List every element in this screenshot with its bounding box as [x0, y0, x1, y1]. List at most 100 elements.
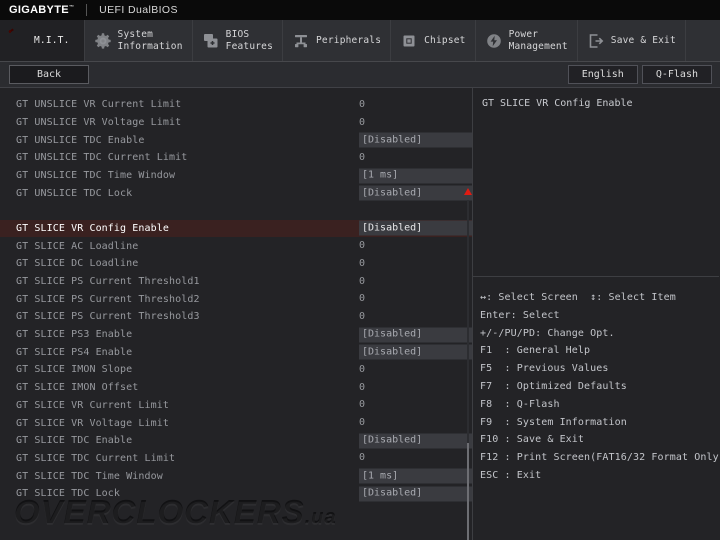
brand-subtitle: UEFI DualBIOS	[99, 4, 178, 16]
tab-system-information[interactable]: System Information	[85, 20, 193, 61]
setting-value[interactable]: 0	[359, 98, 365, 112]
language-button[interactable]: English	[568, 65, 638, 84]
back-button[interactable]: Back	[9, 65, 89, 84]
setting-value[interactable]: [Disabled]	[359, 186, 473, 201]
setting-row[interactable]: GT UNSLICE VR Current Limit 0	[0, 96, 472, 114]
subbar-right-group: English Q-Flash	[568, 62, 720, 87]
setting-label: GT SLICE PS Current Threshold3	[16, 311, 200, 322]
secondary-bar: Back English Q-Flash	[0, 62, 720, 88]
setting-value[interactable]: 0	[359, 257, 365, 271]
key-legend-item: ↔: Select Screen ↕: Select Item	[480, 289, 719, 307]
setting-row[interactable]: GT SLICE PS Current Threshold3 0	[0, 308, 472, 326]
setting-label: GT SLICE TDC Time Window	[16, 471, 163, 482]
setting-row[interactable]: GT UNSLICE VR Voltage Limit0	[0, 114, 472, 132]
setting-row[interactable]: GT SLICE TDC Time Window [1 ms]	[0, 467, 472, 485]
tab-label-peripherals: Peripherals	[316, 35, 381, 47]
tab-label-save-and-exit: Save & Exit	[611, 35, 676, 47]
help-description-area: GT SLICE VR Config Enable	[473, 88, 719, 277]
setting-value[interactable]: 0	[359, 151, 365, 165]
setting-value[interactable]: [Disabled]	[359, 221, 473, 236]
key-legend-item: F9 : System Information	[480, 414, 719, 432]
help-title: GT SLICE VR Config Enable	[482, 98, 719, 109]
setting-row[interactable]: GT SLICE AC Loadline 0	[0, 237, 472, 255]
setting-row[interactable]: GT UNSLICE TDC Time Window [1 ms]	[0, 167, 472, 185]
setting-label: GT SLICE AC Loadline	[16, 241, 138, 252]
gear-icon	[94, 32, 112, 50]
setting-value[interactable]: [Disabled]	[359, 345, 473, 360]
setting-value[interactable]: 0	[359, 363, 365, 377]
key-legend-item: F1 : General Help	[480, 342, 719, 360]
chipset-icon	[400, 32, 418, 50]
setting-label: GT SLICE PS3 Enable	[16, 329, 132, 340]
tab-label-chipset: Chipset	[424, 35, 465, 47]
setting-value[interactable]: [1 ms]	[359, 168, 473, 183]
setting-label: GT SLICE VR Config Enable	[16, 223, 169, 234]
trademark-symbol: ™	[69, 4, 74, 10]
tab-label-system-information: System Information	[118, 29, 183, 52]
watermark: OVERCLOCKERS.ua	[14, 494, 337, 532]
setting-row[interactable]: GT SLICE VR Current Limit 0	[0, 397, 472, 415]
setting-label: GT SLICE VR Voltage Limit	[16, 418, 169, 429]
gigabyte-logo: GIGABYTE™	[9, 4, 74, 16]
gauge-icon	[10, 32, 28, 50]
setting-row[interactable]: GT SLICE VR Config Enable [Disabled]	[0, 220, 472, 238]
setting-value[interactable]: 0	[359, 398, 365, 412]
setting-value[interactable]: 0	[359, 381, 365, 395]
scroll-up-indicator[interactable]	[464, 188, 473, 197]
setting-value[interactable]: [Disabled]	[359, 486, 473, 501]
setting-row[interactable]: GT SLICE PS Current Threshold2 0	[0, 290, 472, 308]
key-legend-item: +/-/PU/PD: Change Opt.	[480, 325, 719, 343]
setting-value[interactable]: [Disabled]	[359, 327, 473, 342]
setting-value[interactable]: 0	[359, 239, 365, 253]
setting-value[interactable]: 0	[359, 292, 365, 306]
setting-row[interactable]: GT UNSLICE TDC Current Limit0	[0, 149, 472, 167]
setting-value[interactable]: 0	[359, 451, 365, 465]
setting-row[interactable]: GT SLICE PS4 Enable[Disabled]	[0, 343, 472, 361]
setting-value[interactable]: [Disabled]	[359, 133, 473, 148]
power-bolt-icon	[485, 32, 503, 50]
setting-label: GT SLICE PS Current Threshold2	[16, 294, 200, 305]
key-legend-list: ↔: Select Screen ↕: Select ItemEnter: Se…	[473, 277, 719, 485]
setting-value[interactable]: 0	[359, 116, 365, 130]
content-area: GT UNSLICE VR Current Limit0GT UNSLICE V…	[0, 88, 720, 540]
tab-label-bios-features: BIOS Features	[226, 29, 273, 52]
qflash-button[interactable]: Q-Flash	[642, 65, 712, 84]
setting-value[interactable]: 0	[359, 310, 365, 324]
settings-list: GT UNSLICE VR Current Limit0GT UNSLICE V…	[0, 96, 472, 503]
key-legend-item: F10 : Save & Exit	[480, 431, 719, 449]
tab-chipset[interactable]: Chipset	[391, 20, 475, 61]
setting-label: GT SLICE PS Current Threshold1	[16, 276, 200, 287]
setting-value[interactable]: 0	[359, 416, 365, 430]
setting-row[interactable]: GT SLICE IMON Slope0	[0, 361, 472, 379]
setting-row[interactable]: GT SLICE DC Loadline0	[0, 255, 472, 273]
setting-label: GT UNSLICE TDC Time Window	[16, 170, 175, 181]
tab-mit[interactable]: M.I.T.	[0, 20, 85, 61]
setting-value[interactable]: 0	[359, 275, 365, 289]
setting-label: GT SLICE VR Current Limit	[16, 400, 169, 411]
setting-label: GT SLICE TDC Enable	[16, 435, 132, 446]
setting-value[interactable]: [Disabled]	[359, 433, 473, 448]
setting-row[interactable]: GT SLICE IMON Offset 0	[0, 379, 472, 397]
tab-power-management[interactable]: Power Management	[476, 20, 578, 61]
tab-label-mit: M.I.T.	[34, 35, 70, 47]
setting-label: GT UNSLICE TDC Enable	[16, 135, 145, 146]
setting-row[interactable]: GT UNSLICE TDC Enable [Disabled]	[0, 131, 472, 149]
setting-label: GT UNSLICE VR Current Limit	[16, 99, 181, 110]
peripherals-plug-icon	[292, 32, 310, 50]
main-tab-bar: M.I.T. System Information BIOS Features …	[0, 20, 720, 62]
setting-value[interactable]: [1 ms]	[359, 469, 473, 484]
key-legend-item: F7 : Optimized Defaults	[480, 378, 719, 396]
setting-row[interactable]: GT SLICE VR Voltage Limit 0	[0, 414, 472, 432]
chip-add-icon	[202, 32, 220, 50]
key-legend-item: F5 : Previous Values	[480, 360, 719, 378]
scrollbar-thumb[interactable]	[467, 443, 469, 540]
setting-row[interactable]: GT SLICE PS3 Enable [Disabled]	[0, 326, 472, 344]
setting-row[interactable]: GT SLICE TDC Current Limit0	[0, 450, 472, 468]
tab-save-and-exit[interactable]: Save & Exit	[578, 20, 686, 61]
setting-row[interactable]: GT SLICE TDC Enable [Disabled]	[0, 432, 472, 450]
tab-peripherals[interactable]: Peripherals	[283, 20, 391, 61]
setting-row[interactable]: GT UNSLICE TDC Lock[Disabled]	[0, 184, 472, 202]
setting-row[interactable]: GT SLICE PS Current Threshold1 0	[0, 273, 472, 291]
setting-label: GT SLICE IMON Offset	[16, 382, 138, 393]
tab-bios-features[interactable]: BIOS Features	[193, 20, 283, 61]
